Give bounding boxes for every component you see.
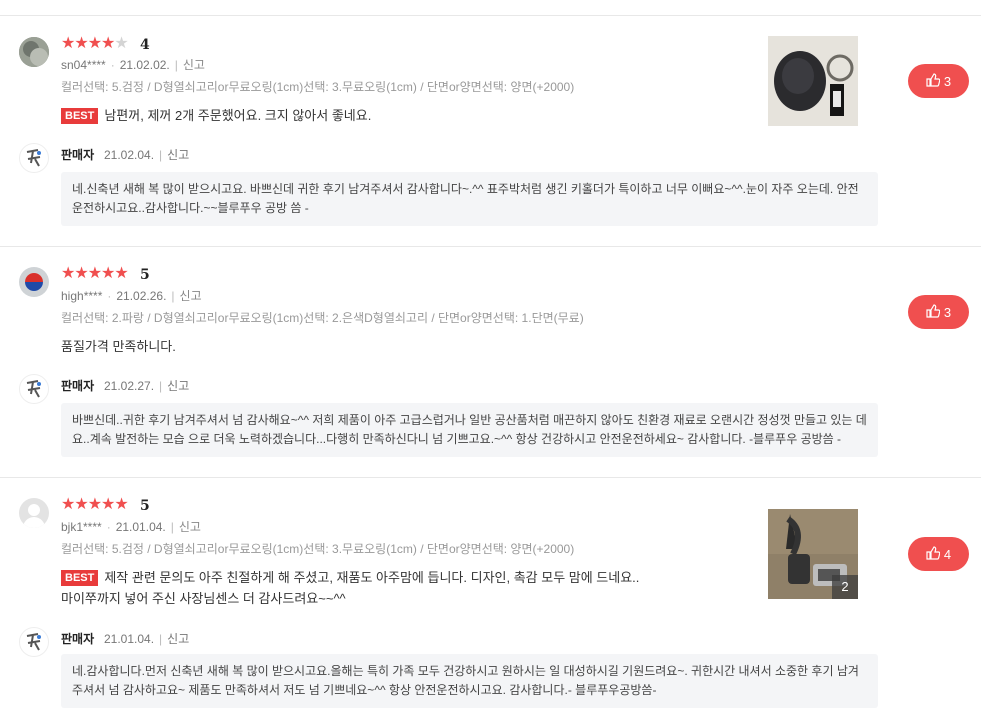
report-link[interactable]: 신고 — [179, 520, 201, 534]
rating-score: 4 — [140, 37, 150, 53]
review-meta: high**** · 21.02.26. | 신고 — [61, 289, 202, 303]
seller-meta: 21.01.04. | 신고 — [104, 632, 190, 646]
thumbs-up-icon — [926, 72, 941, 90]
review-text-line: 남편꺼, 제꺼 2개 주문했어요. 크지 않아서 좋네요. — [104, 108, 372, 123]
reply-date: 21.01.04. — [104, 632, 155, 646]
user-avatar — [19, 498, 49, 528]
review-text-line: 품질가격 만족하니다. — [61, 339, 176, 354]
review-text: 품질가격 만족하니다. — [61, 336, 176, 357]
like-count: 4 — [943, 546, 952, 562]
seller-reply: 바쁘신데..귀한 후기 남겨주셔서 넘 감사해요~^^ 저희 제품이 아주 고급… — [61, 403, 878, 457]
seller-reply: 네.신축년 새해 복 많이 받으시고요. 바쁘신데 귀한 후기 남겨주셔서 감사… — [61, 172, 878, 226]
report-link[interactable]: 신고 — [180, 289, 202, 303]
divider-top — [0, 15, 981, 16]
review-date: 21.02.02. — [119, 58, 170, 72]
reviewer-id: bjk1**** — [61, 520, 102, 534]
option-info: 컬러선택: 5.검정 / D형열쇠고리or무료오링(1cm)선택: 3.무료오링… — [61, 542, 575, 556]
review-photo[interactable] — [768, 36, 858, 126]
reviewer-id: high**** — [61, 289, 103, 303]
seller-avatar — [19, 374, 49, 404]
divider — [0, 477, 981, 478]
star-rating: ★★★★★ — [61, 496, 129, 513]
report-link[interactable]: 신고 — [183, 58, 205, 72]
seller-avatar — [19, 627, 49, 657]
user-avatar — [19, 267, 49, 297]
star-rating: ★★★★★ — [61, 265, 129, 282]
seller-avatar — [19, 143, 49, 173]
best-badge: BEST — [61, 570, 99, 586]
star-rating: ★★★★★ — [61, 35, 129, 52]
seller-reply: 네.감사합니다.먼저 신축년 새해 복 많이 받으시고요.올해는 특히 가족 모… — [61, 654, 878, 708]
option-info: 컬러선택: 2.파랑 / D형열쇠고리or무료오링(1cm)선택: 2.은색D형… — [61, 311, 584, 325]
reviewer-id: sn04**** — [61, 58, 106, 72]
rating-score: 5 — [140, 498, 150, 514]
review-meta: sn04**** · 21.02.02. | 신고 — [61, 58, 205, 72]
review-photo[interactable]: 2 — [768, 509, 858, 599]
thumbs-up-icon — [926, 545, 941, 563]
seller-meta: 21.02.27. | 신고 — [104, 379, 190, 393]
seller-label: 판매자 — [61, 148, 95, 162]
review-meta: bjk1**** · 21.01.04. | 신고 — [61, 520, 201, 534]
option-info: 컬러선택: 5.검정 / D형열쇠고리or무료오링(1cm)선택: 3.무료오링… — [61, 80, 575, 94]
rating-score: 5 — [140, 267, 150, 283]
like-button[interactable]: 4 — [908, 537, 969, 571]
seller-label: 판매자 — [61, 632, 95, 646]
photo-count: 2 — [832, 575, 858, 599]
like-count: 3 — [943, 73, 952, 89]
reply-date: 21.02.27. — [104, 379, 155, 393]
best-badge: BEST — [61, 108, 99, 124]
divider — [0, 246, 981, 247]
report-link[interactable]: 신고 — [167, 148, 189, 162]
review-text-line: 제작 관련 문의도 아주 친절하게 해 주셨고, 재품도 아주맘에 듭니다. 디… — [104, 570, 640, 585]
review-date: 21.02.26. — [116, 289, 167, 303]
user-avatar — [19, 37, 49, 67]
report-link[interactable]: 신고 — [167, 379, 189, 393]
report-link[interactable]: 신고 — [167, 632, 189, 646]
reply-date: 21.02.04. — [104, 148, 155, 162]
review-text: BEST 제작 관련 문의도 아주 친절하게 해 주셨고, 재품도 아주맘에 듭니… — [61, 567, 639, 609]
like-button[interactable]: 3 — [908, 64, 969, 98]
seller-meta: 21.02.04. | 신고 — [104, 148, 190, 162]
seller-label: 판매자 — [61, 379, 95, 393]
review-date: 21.01.04. — [115, 520, 166, 534]
review-text: BEST 남편꺼, 제꺼 2개 주문했어요. 크지 않아서 좋네요. — [61, 105, 371, 126]
review-text-line: 마이쭈까지 넣어 주신 사장님센스 더 감사드려요~~^^ — [61, 591, 346, 606]
thumbs-up-icon — [926, 303, 941, 321]
like-button[interactable]: 3 — [908, 295, 969, 329]
like-count: 3 — [943, 304, 952, 320]
